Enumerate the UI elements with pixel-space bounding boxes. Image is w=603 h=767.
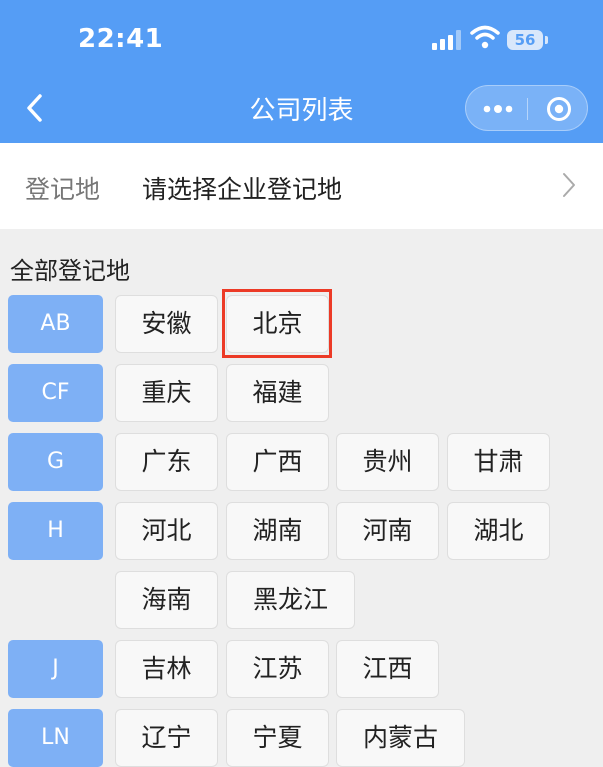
battery-indicator: 56 [507, 30, 543, 50]
province-button[interactable]: 甘肃 [447, 433, 550, 491]
signal-icon [432, 30, 461, 50]
wifi-icon [470, 25, 500, 49]
province-button[interactable]: 贵州 [336, 433, 439, 491]
registration-selector[interactable]: 登记地 请选择企业登记地 [0, 143, 603, 229]
province-button[interactable]: 湖南 [226, 502, 329, 560]
more-dots-icon[interactable] [482, 98, 514, 120]
province-button[interactable]: 江苏 [226, 640, 329, 698]
status-time: 22:41 [78, 24, 164, 54]
letter-tag-h: H [8, 502, 103, 560]
mini-program-close-icon[interactable] [546, 96, 572, 122]
province-button[interactable]: 湖北 [447, 502, 550, 560]
province-button[interactable]: 吉林 [115, 640, 218, 698]
province-button[interactable]: 宁夏 [226, 709, 329, 767]
province-button[interactable]: 福建 [226, 364, 329, 422]
province-button[interactable]: 江西 [336, 640, 439, 698]
letter-tag-j: J [8, 640, 103, 698]
header-bar: 22:41 56 公司列表 [0, 0, 603, 143]
province-button[interactable]: 黑龙江 [226, 571, 355, 629]
chevron-right-icon [563, 173, 575, 197]
province-button[interactable]: 海南 [115, 571, 218, 629]
province-button[interactable]: 广东 [115, 433, 218, 491]
capsule-divider [527, 98, 528, 120]
highlight-box [222, 289, 332, 358]
registration-label: 登记地 [25, 175, 101, 204]
section-title: 全部登记地 [10, 257, 130, 285]
province-button[interactable]: 安徽 [115, 295, 218, 353]
letter-tag-cf: CF [8, 364, 103, 422]
province-button[interactable]: 重庆 [115, 364, 218, 422]
mini-program-capsule [465, 85, 588, 131]
letter-tag-ab: AB [8, 295, 103, 353]
province-button[interactable]: 河南 [336, 502, 439, 560]
province-button[interactable]: 河北 [115, 502, 218, 560]
province-button[interactable]: 内蒙古 [336, 709, 465, 767]
letter-tag-ln: LN [8, 709, 103, 767]
registration-placeholder[interactable]: 请选择企业登记地 [142, 170, 342, 206]
battery-tip [545, 36, 548, 44]
province-button[interactable]: 辽宁 [115, 709, 218, 767]
letter-tag-g: G [8, 433, 103, 491]
province-button[interactable]: 广西 [226, 433, 329, 491]
